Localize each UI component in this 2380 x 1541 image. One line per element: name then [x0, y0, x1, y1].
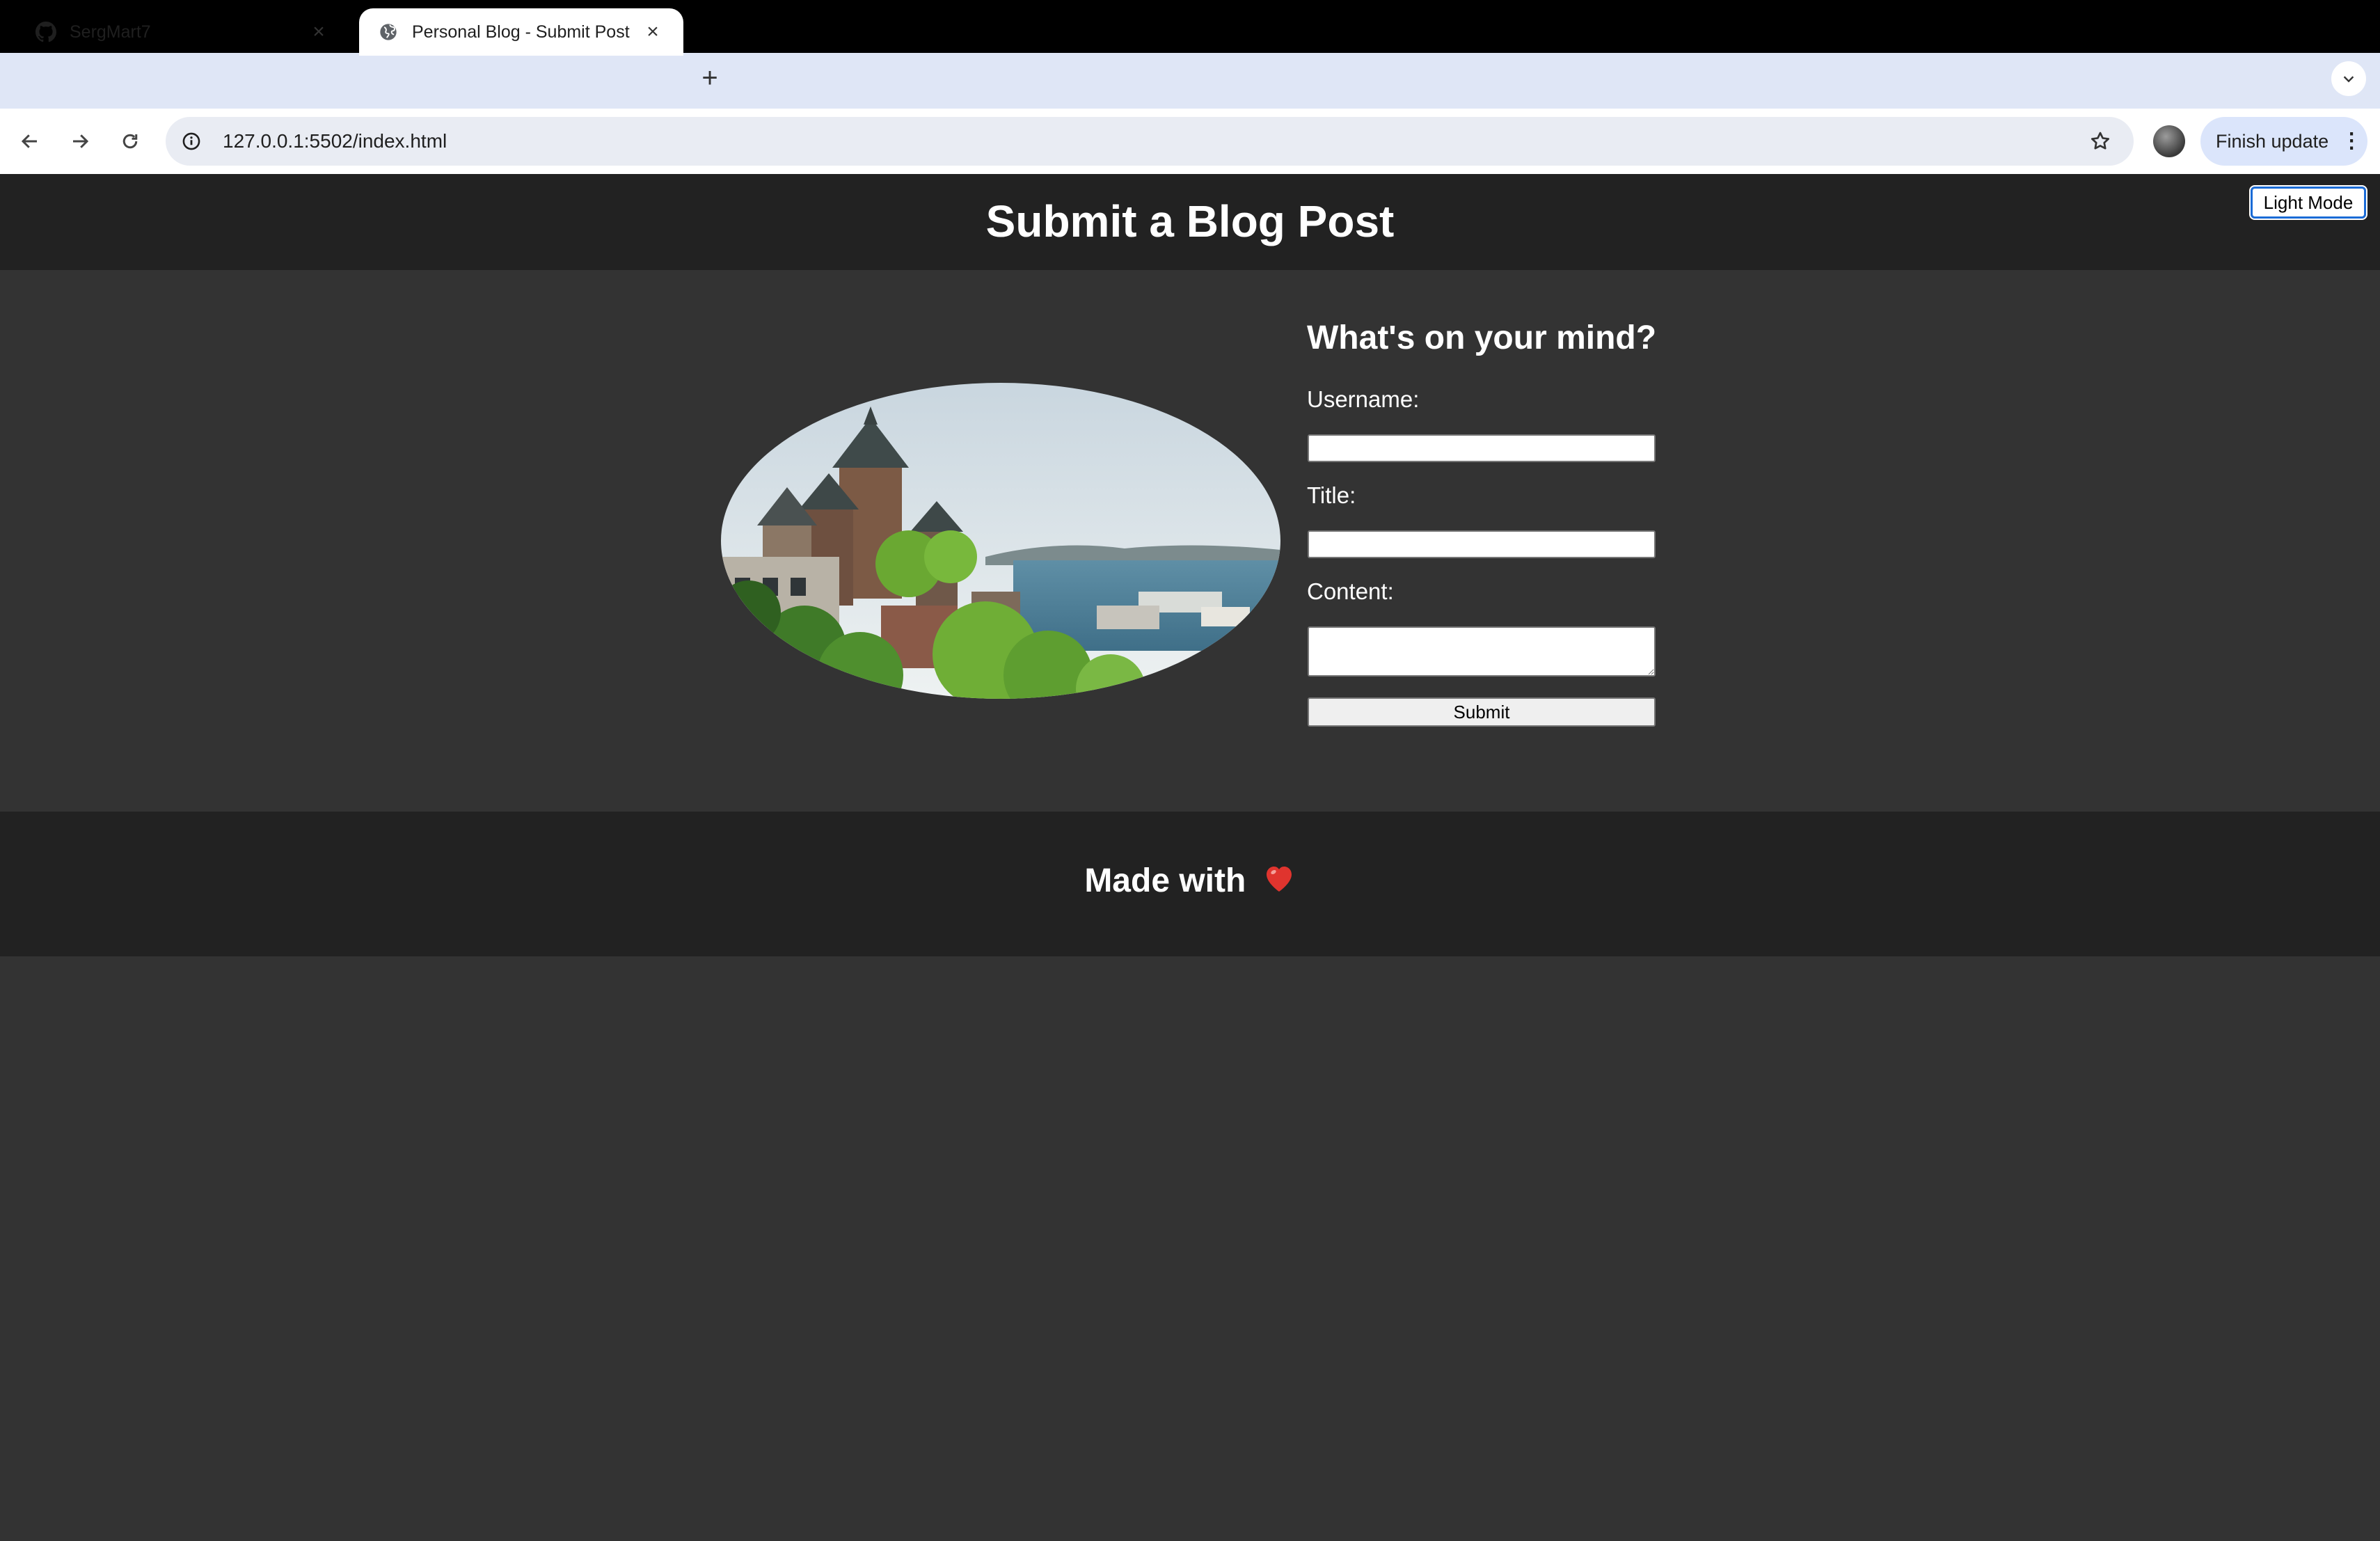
chevron-down-icon[interactable] — [2331, 61, 2366, 96]
title-label: Title: — [1307, 482, 1356, 508]
username-label: Username: — [1307, 386, 1420, 412]
url-text: 127.0.0.1:5502/index.html — [223, 130, 447, 152]
browser-toolbar: 127.0.0.1:5502/index.html Finish update … — [0, 109, 2380, 174]
more-vert-icon: ⋮ — [2341, 129, 2363, 152]
form-heading: What's on your mind? — [1307, 319, 1657, 356]
city-skyline-image — [721, 383, 1280, 699]
reload-icon[interactable] — [111, 123, 149, 160]
username-input[interactable] — [1308, 434, 1656, 462]
light-mode-toggle-button[interactable]: Light Mode — [2249, 185, 2367, 220]
close-icon[interactable]: × — [306, 20, 331, 44]
content-textarea[interactable] — [1308, 626, 1656, 677]
title-input[interactable] — [1308, 530, 1656, 558]
submit-button[interactable]: Submit — [1308, 697, 1656, 727]
address-bar[interactable]: 127.0.0.1:5502/index.html — [166, 117, 2134, 166]
system-top-bar — [0, 0, 2380, 53]
tab-strip — [0, 53, 2380, 109]
forward-arrow-icon[interactable] — [61, 123, 99, 160]
page-header: Submit a Blog Post Light Mode — [0, 174, 2380, 270]
back-arrow-icon[interactable] — [11, 123, 49, 160]
tab-title: SergMart7 — [70, 22, 151, 42]
tab-personal-blog[interactable]: Personal Blog - Submit Post × — [359, 8, 683, 56]
github-icon — [35, 21, 57, 43]
bookmark-star-icon[interactable] — [2085, 126, 2116, 157]
footer-label: Made with — [1084, 862, 1246, 899]
page-footer: Made with — [0, 812, 2380, 956]
close-icon[interactable]: × — [640, 20, 665, 44]
tab-title: Personal Blog - Submit Post — [412, 22, 630, 42]
globe-icon — [377, 21, 399, 43]
content-label: Content: — [1307, 578, 1394, 604]
site-info-icon[interactable] — [181, 131, 202, 152]
footer-text: Made with — [0, 859, 2380, 905]
new-tab-plus-icon[interactable]: + — [695, 63, 725, 93]
page-title: Submit a Blog Post — [985, 196, 1395, 246]
finish-update-button[interactable]: Finish update ⋮ — [2200, 117, 2367, 166]
profile-avatar[interactable] — [2153, 125, 2185, 157]
heart-icon — [1262, 860, 1296, 905]
tab-sergmart7[interactable]: SergMart7 × — [17, 8, 349, 56]
finish-update-label: Finish update — [2216, 130, 2329, 152]
